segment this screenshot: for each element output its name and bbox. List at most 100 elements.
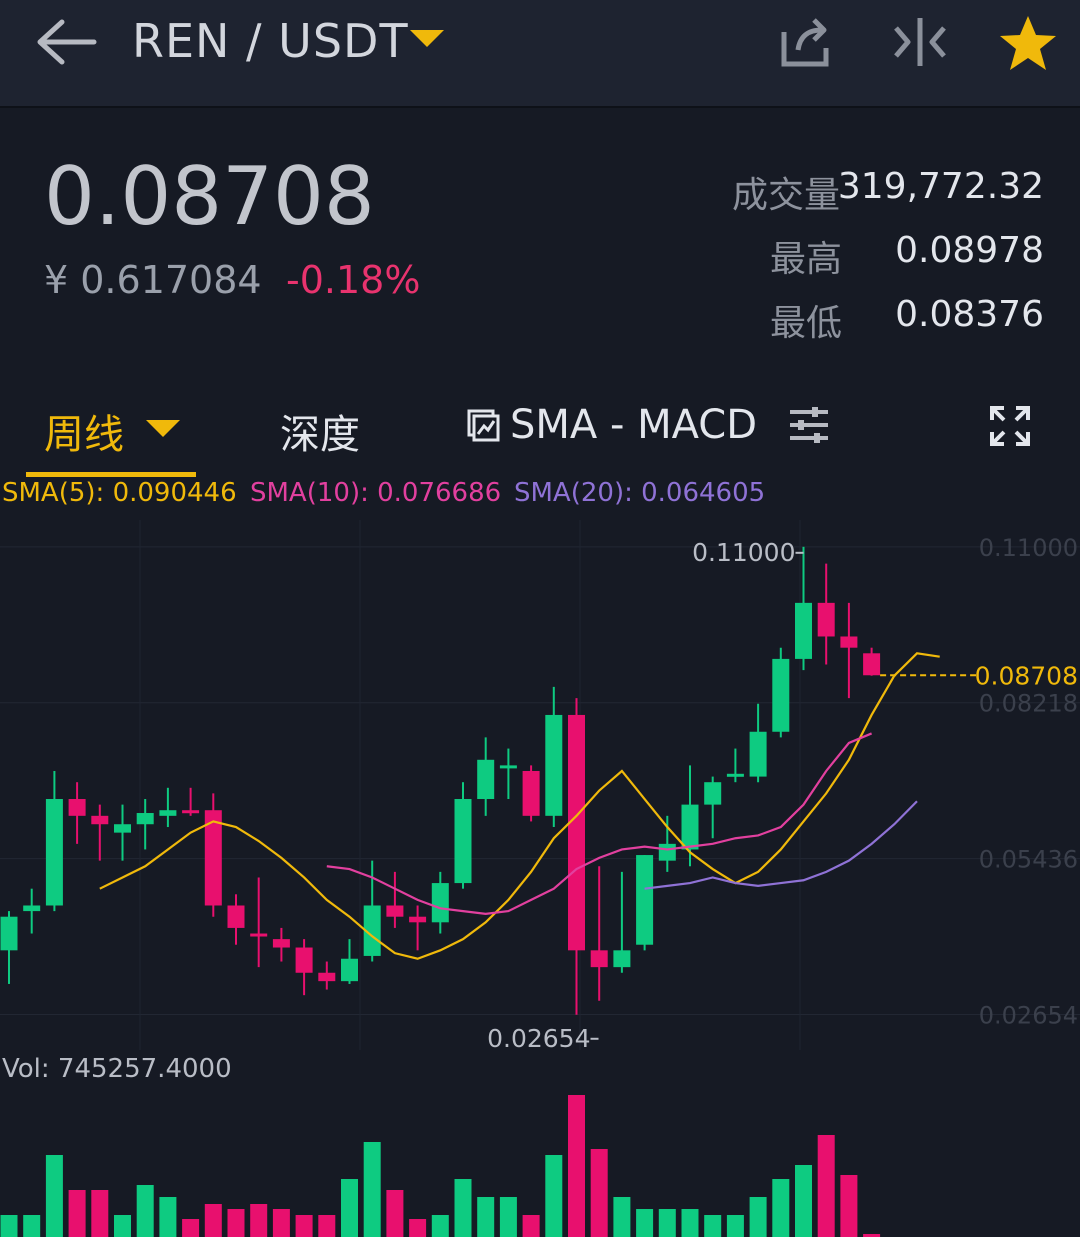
pair-selector[interactable]: REN / USDT xyxy=(132,14,409,68)
volume-value: 319,772.32 xyxy=(837,166,1044,207)
candle-body xyxy=(499,765,517,769)
candle-body xyxy=(45,799,63,906)
candle-body xyxy=(159,810,177,816)
volume-bar xyxy=(817,1135,835,1237)
candle-body xyxy=(840,636,858,648)
volume-bar xyxy=(45,1155,63,1237)
candle-body xyxy=(386,905,404,917)
candle-body xyxy=(704,782,722,805)
volume-bar xyxy=(227,1209,245,1237)
candle-body xyxy=(568,714,585,951)
volume-bar xyxy=(477,1197,495,1237)
candle-body xyxy=(136,813,154,825)
volume-label: 成交量 xyxy=(732,175,841,216)
legend-sma10: SMA(10): 0.076686 xyxy=(250,478,502,508)
candle-body xyxy=(114,824,131,833)
volume-bar xyxy=(704,1215,722,1237)
indicator-icon[interactable] xyxy=(466,408,500,442)
candle-body xyxy=(681,804,699,850)
volume-bar xyxy=(68,1190,86,1237)
high-marker: 0.11000 xyxy=(692,538,795,567)
cny-price: ¥ 0.617084 xyxy=(44,258,262,302)
candle-body xyxy=(318,972,336,982)
volume-bar xyxy=(658,1209,676,1237)
candle-body xyxy=(341,958,358,982)
volume-bar xyxy=(136,1185,154,1237)
candle-body xyxy=(795,602,812,659)
caret-down-icon[interactable] xyxy=(410,30,444,47)
candle-body xyxy=(477,759,495,800)
volume-bar xyxy=(840,1175,858,1237)
compare-icon[interactable] xyxy=(892,14,948,70)
volume-bar xyxy=(636,1209,654,1237)
fullscreen-icon[interactable] xyxy=(990,406,1030,446)
candle-body xyxy=(772,658,790,732)
candle-body xyxy=(613,950,631,968)
last-price: 0.08708 xyxy=(44,150,375,243)
candle-body xyxy=(749,731,767,777)
tab-active-indicator xyxy=(26,472,196,477)
settings-sliders-icon[interactable] xyxy=(788,404,830,446)
volume-bar xyxy=(613,1197,631,1237)
volume-bar xyxy=(749,1197,767,1237)
volume-bar xyxy=(23,1215,41,1237)
tab-depth[interactable]: 深度 xyxy=(280,402,360,460)
volume-bar xyxy=(91,1190,109,1237)
y-axis-label: 0.08218 xyxy=(979,690,1078,718)
candle-body xyxy=(68,799,86,816)
volume-bar xyxy=(204,1204,222,1237)
candle-body xyxy=(545,714,563,816)
volume-bar xyxy=(159,1197,177,1237)
volume-bar xyxy=(454,1179,472,1237)
tab-period[interactable]: 周线 xyxy=(44,402,124,460)
volume-chart[interactable] xyxy=(0,1080,1080,1237)
caret-down-icon[interactable] xyxy=(146,420,180,437)
y-axis-label: 0.02654 xyxy=(979,1002,1078,1030)
volume-bar xyxy=(272,1209,290,1237)
candle-body xyxy=(636,855,654,945)
star-icon[interactable] xyxy=(998,14,1056,70)
candle-body xyxy=(431,883,449,923)
y-axis-label: 0.11000 xyxy=(979,534,1078,562)
tab-indicator[interactable]: SMA - MACD xyxy=(510,402,757,448)
low-value: 0.08376 xyxy=(895,294,1044,335)
high-label: 最高 xyxy=(770,239,843,280)
candle-body xyxy=(863,653,881,676)
candle-body xyxy=(272,939,290,948)
candlestick-chart[interactable]: 0.11000 0.08218 0.05436 0.02654 0.08708 0.110… xyxy=(0,520,1080,1050)
volume-bar xyxy=(795,1165,812,1237)
volume-bar xyxy=(0,1215,18,1237)
volume-bar xyxy=(568,1095,585,1237)
candle-body xyxy=(250,933,268,937)
sma5-line xyxy=(99,652,940,960)
volume-bar xyxy=(431,1215,449,1237)
volume-bar xyxy=(681,1209,699,1237)
candle-body xyxy=(817,602,835,637)
candle-body xyxy=(522,770,540,816)
candle-body xyxy=(23,905,41,912)
candle-body xyxy=(295,947,313,973)
volume-bar xyxy=(318,1215,336,1237)
volume-bar xyxy=(522,1215,540,1237)
volume-bar xyxy=(499,1197,517,1237)
current-price-label: 0.08708 xyxy=(975,661,1078,690)
candle-body xyxy=(658,843,676,861)
volume-bar xyxy=(726,1215,744,1237)
volume-bar xyxy=(114,1215,131,1237)
back-arrow-icon[interactable] xyxy=(34,14,98,70)
y-axis-label: 0.05436 xyxy=(979,846,1078,874)
low-marker: 0.02654 xyxy=(487,1024,590,1050)
low-label: 最低 xyxy=(770,303,843,344)
volume-bar xyxy=(250,1204,268,1237)
header-divider xyxy=(0,106,1080,108)
candle-body xyxy=(182,810,200,814)
candle-body xyxy=(454,799,472,884)
high-value: 0.08978 xyxy=(895,230,1044,271)
volume-bar xyxy=(341,1179,358,1237)
volume-bar xyxy=(386,1190,404,1237)
volume-bar xyxy=(545,1155,563,1237)
candle-body xyxy=(726,773,744,777)
share-icon[interactable] xyxy=(778,14,834,70)
candle-body xyxy=(409,916,427,923)
candle-body xyxy=(0,916,18,951)
